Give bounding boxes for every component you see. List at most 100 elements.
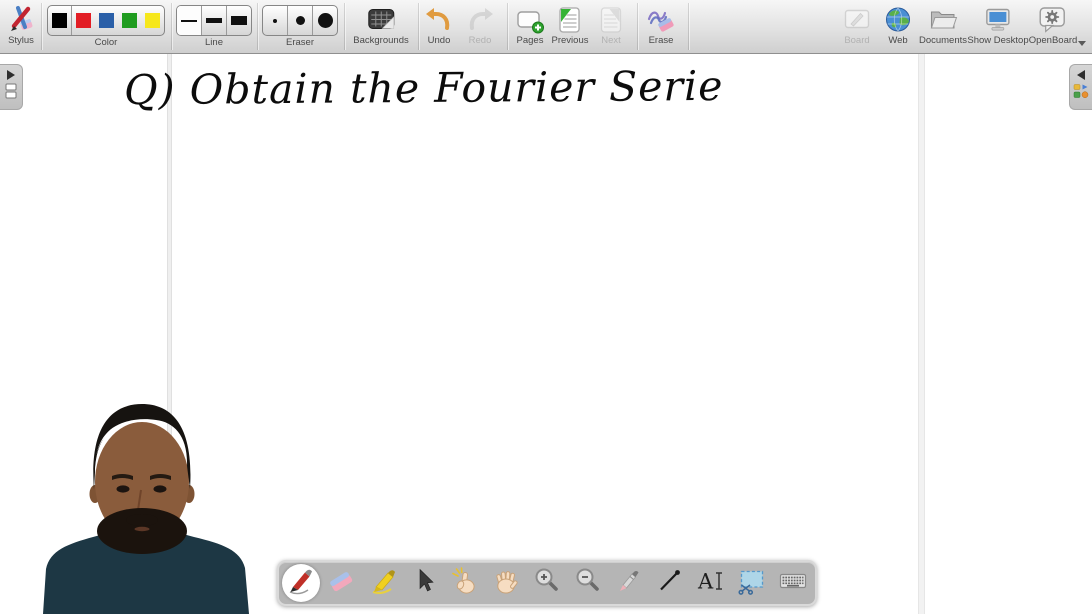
- line-thin-button[interactable]: [177, 6, 202, 35]
- zoom-in-tool-button[interactable]: [528, 564, 566, 602]
- chevron-down-icon[interactable]: [1078, 41, 1086, 46]
- toolbar-separator: [171, 3, 172, 50]
- bottom-toolbar: A: [277, 560, 817, 606]
- selector-tool-button[interactable]: [405, 564, 443, 602]
- eraser-small-button[interactable]: [263, 6, 288, 35]
- eraser-group: Eraser: [262, 0, 338, 48]
- openboard-window: Stylus Color Line Eraser Backgrounds Und…: [0, 0, 1092, 614]
- text-icon: A: [696, 566, 726, 601]
- show-desktop-monitor-icon: [983, 0, 1013, 35]
- color-swatch-red[interactable]: [72, 6, 95, 35]
- stylus-pens-icon: [6, 0, 36, 35]
- pages-button[interactable]: Pages: [515, 0, 545, 46]
- erase-label: Erase: [648, 35, 674, 46]
- page-navigator-icon: [4, 83, 18, 104]
- color-group: Color: [47, 0, 165, 48]
- backgrounds-button[interactable]: Backgrounds: [353, 0, 409, 46]
- highlighter-tool-button[interactable]: [364, 564, 402, 602]
- previous-label: Previous: [551, 35, 589, 46]
- next-page-icon: [596, 0, 626, 35]
- svg-text:A: A: [697, 569, 714, 593]
- zoom-out-tool-button[interactable]: [569, 564, 607, 602]
- toolbar-separator: [637, 3, 638, 50]
- capture-icon: [737, 566, 767, 601]
- undo-button[interactable]: Undo: [424, 0, 454, 46]
- color-label: Color: [94, 37, 118, 48]
- magic-pointer-hand-icon: [450, 566, 480, 601]
- line-group: Line: [176, 0, 252, 48]
- color-swatch-yellow[interactable]: [141, 6, 164, 35]
- toolbar-separator: [344, 3, 345, 50]
- laser-pointer-icon: [614, 566, 644, 601]
- interact-tool-button[interactable]: [446, 564, 484, 602]
- toolbar-separator: [688, 3, 689, 50]
- web-button[interactable]: Web: [883, 0, 913, 46]
- web-globe-icon: [883, 0, 913, 35]
- color-swatch-blue[interactable]: [95, 6, 118, 35]
- arrow-cursor-icon: [409, 566, 439, 601]
- webcam-presenter-overlay: [43, 404, 249, 614]
- top-toolbar: Stylus Color Line Eraser Backgrounds Und…: [0, 0, 1092, 54]
- laser-pointer-tool-button[interactable]: [610, 564, 648, 602]
- toolbar-separator: [507, 3, 508, 50]
- board-label: Board: [844, 35, 870, 46]
- stylus-label: Stylus: [8, 35, 34, 46]
- line-tool-button[interactable]: [651, 564, 689, 602]
- openboard-label: OpenBoard: [1028, 35, 1078, 46]
- documents-label: Documents: [918, 35, 968, 46]
- add-page-icon: [515, 0, 545, 35]
- next-button: Next: [596, 0, 626, 46]
- handwritten-annotation: Q) Obtain the Fourier Serie: [123, 61, 724, 115]
- backgrounds-icon: [366, 0, 396, 35]
- pen-tool-button[interactable]: [282, 564, 320, 602]
- hand-icon: [491, 566, 521, 601]
- toolbar-separator: [418, 3, 419, 50]
- toolbar-separator: [257, 3, 258, 50]
- color-swatch-green[interactable]: [118, 6, 141, 35]
- page-navigator-tab[interactable]: [0, 64, 23, 110]
- eraser-medium-button[interactable]: [288, 6, 313, 35]
- erase-page-icon: [646, 0, 676, 35]
- eraser-icon: [327, 566, 357, 601]
- expand-left-arrow-icon: [1077, 70, 1085, 80]
- zoom-out-icon: [573, 566, 603, 601]
- eraser-large-button[interactable]: [313, 6, 337, 35]
- stylus-button[interactable]: Stylus: [6, 0, 36, 46]
- eraser-label: Eraser: [286, 37, 314, 48]
- pages-label: Pages: [516, 35, 544, 46]
- erase-button[interactable]: Erase: [646, 0, 676, 46]
- highlighter-icon: [368, 566, 398, 601]
- web-label: Web: [888, 35, 908, 46]
- pen-icon: [286, 566, 316, 601]
- documents-folder-icon: [928, 0, 958, 35]
- virtual-keyboard-tool-button[interactable]: [774, 564, 812, 602]
- color-swatch-black[interactable]: [48, 6, 72, 35]
- keyboard-icon: [778, 566, 808, 601]
- previous-button[interactable]: Previous: [551, 0, 589, 46]
- line-thick-button[interactable]: [227, 6, 251, 35]
- text-tool-button[interactable]: A: [692, 564, 730, 602]
- expand-right-arrow-icon: [7, 70, 15, 80]
- line-medium-button[interactable]: [202, 6, 227, 35]
- show-desktop-button[interactable]: Show Desktop: [967, 0, 1029, 46]
- line-label: Line: [205, 37, 223, 48]
- toolbar-separator: [41, 3, 42, 50]
- backgrounds-label: Backgrounds: [353, 35, 409, 46]
- redo-label: Redo: [468, 35, 492, 46]
- line-icon: [655, 566, 685, 601]
- capture-tool-button[interactable]: [733, 564, 771, 602]
- canvas-scrollbar[interactable]: [918, 54, 925, 614]
- redo-arrow-icon: [465, 0, 495, 35]
- next-label: Next: [601, 35, 621, 46]
- hand-pan-tool-button[interactable]: [487, 564, 525, 602]
- show-desktop-label: Show Desktop: [967, 35, 1029, 46]
- redo-button: Redo: [465, 0, 495, 46]
- openboard-menu-button[interactable]: OpenBoard: [1028, 0, 1078, 46]
- eraser-tool-button[interactable]: [323, 564, 361, 602]
- undo-label: Undo: [427, 35, 451, 46]
- library-tab[interactable]: [1069, 64, 1092, 110]
- zoom-in-icon: [532, 566, 562, 601]
- documents-button[interactable]: Documents: [919, 0, 967, 46]
- undo-arrow-icon: [424, 0, 454, 35]
- library-icon: [1073, 83, 1089, 104]
